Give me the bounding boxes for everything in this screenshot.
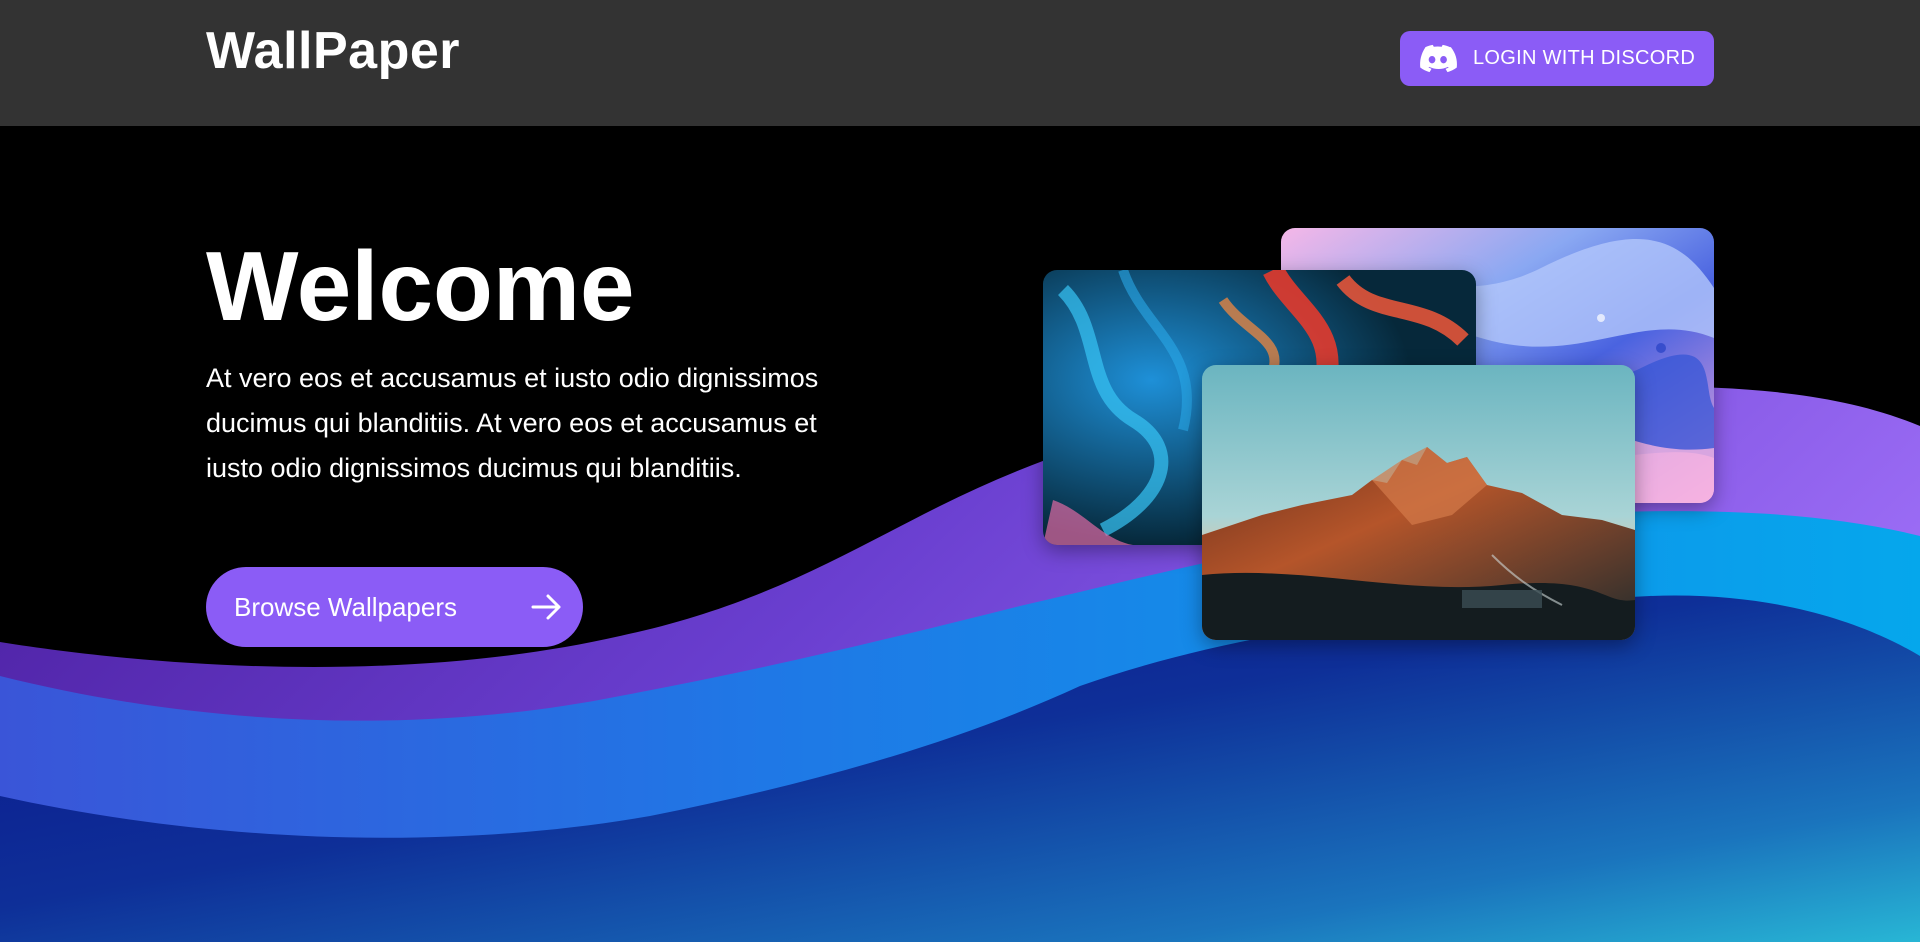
- login-button-label: LOGIN WITH DISCORD: [1473, 47, 1696, 69]
- hero-description: At vero eos et accusamus et iusto odio d…: [206, 363, 819, 483]
- top-navbar: WallPaper LOGIN WITH DISCORD: [0, 0, 1920, 126]
- login-with-discord-button[interactable]: LOGIN WITH DISCORD: [1400, 31, 1714, 86]
- mountain-sunset-wallpaper-card[interactable]: [1202, 365, 1635, 640]
- arrow-right-icon: [529, 589, 565, 625]
- discord-icon: [1418, 44, 1458, 74]
- welcome-heading: Welcome: [206, 231, 635, 341]
- browse-wallpapers-button[interactable]: Browse Wallpapers: [206, 567, 583, 647]
- hero-section: Welcome At vero eos et accusamus et iust…: [0, 126, 1920, 942]
- mountain-sunset-image: [1202, 365, 1635, 640]
- browse-button-label: Browse Wallpapers: [234, 591, 458, 622]
- brand-logo[interactable]: WallPaper: [206, 20, 460, 82]
